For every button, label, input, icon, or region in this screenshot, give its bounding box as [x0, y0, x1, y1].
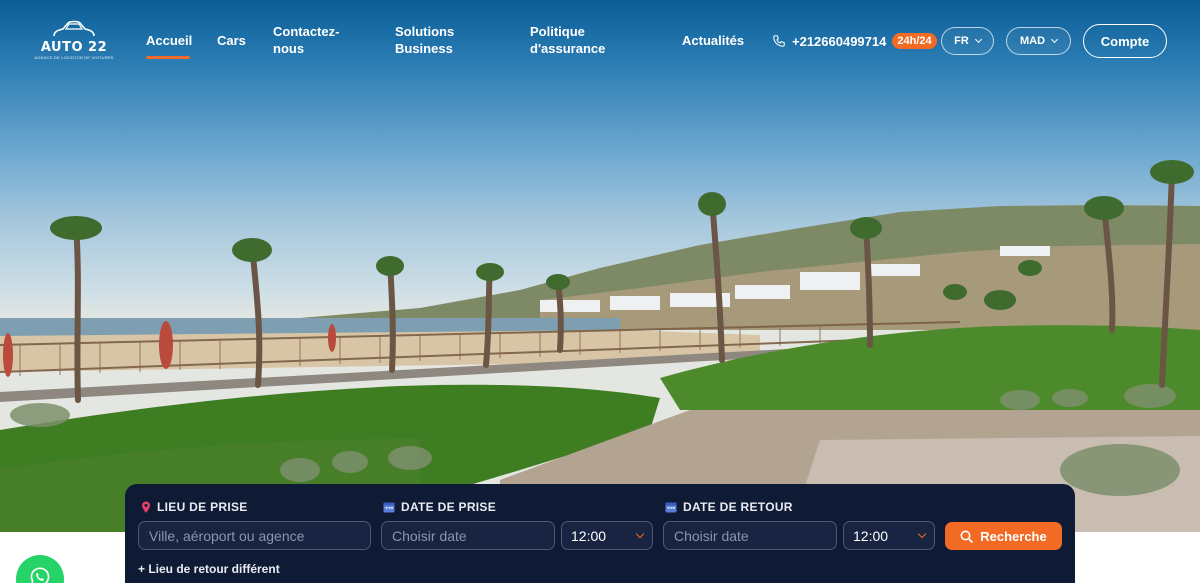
brand-tagline: AGENCE DE LOCATION DE VOITURES — [34, 55, 114, 60]
pickup-time-value: 12:00 — [571, 527, 607, 544]
availability-badge: 24h/24 — [892, 33, 937, 49]
phone-number: +212660499714 — [792, 33, 887, 49]
chevron-down-icon — [1050, 35, 1059, 44]
language-value: FR — [954, 35, 969, 47]
calendar-icon — [665, 502, 677, 513]
search-button-label: Recherche — [980, 528, 1047, 544]
top-navigation-bar: AUTO 22 AGENCE DE LOCATION DE VOITURES A… — [0, 0, 1200, 84]
pickup-date-label: DATE DE PRISE — [383, 500, 496, 514]
nav-contactez-nous[interactable]: Contactez-nous — [273, 23, 353, 57]
location-pin-icon — [142, 501, 150, 513]
currency-value: MAD — [1019, 35, 1046, 47]
pickup-time-select[interactable]: 12:00 — [561, 521, 653, 550]
brand-logo[interactable]: AUTO 22 AGENCE DE LOCATION DE VOITURES — [33, 20, 115, 62]
chevron-down-icon — [635, 529, 645, 538]
return-time-value: 12:00 — [853, 527, 889, 544]
pickup-location-input[interactable] — [138, 521, 371, 550]
search-panel: LIEU DE PRISE DATE DE PRISE 12:00 DATE D… — [125, 484, 1075, 583]
nav-politique-assurance[interactable]: Politique d'assurance — [530, 23, 610, 57]
language-selector[interactable]: FR — [941, 27, 994, 55]
search-button[interactable]: Recherche — [945, 522, 1062, 550]
nav-actualites[interactable]: Actualités — [682, 32, 744, 49]
phone-icon — [773, 35, 785, 47]
chevron-down-icon — [917, 529, 927, 538]
pickup-date-input[interactable] — [381, 521, 555, 550]
return-date-input[interactable] — [663, 521, 837, 550]
car-logo-icon — [53, 20, 95, 37]
nav-solutions-business[interactable]: Solutions Business — [395, 23, 467, 57]
pickup-location-label: LIEU DE PRISE — [141, 500, 248, 514]
whatsapp-icon — [30, 567, 50, 583]
return-time-select[interactable]: 12:00 — [843, 521, 935, 550]
currency-selector[interactable]: MAD — [1006, 27, 1071, 55]
calendar-icon — [383, 502, 395, 513]
phone-contact[interactable]: +212660499714 24h/24 — [772, 32, 937, 50]
nav-accueil[interactable]: Accueil — [146, 32, 192, 59]
return-date-label: DATE DE RETOUR — [665, 500, 793, 514]
account-button[interactable]: Compte — [1083, 24, 1167, 58]
chevron-down-icon — [974, 35, 982, 44]
search-icon — [960, 530, 974, 543]
different-return-location-link[interactable]: + Lieu de retour différent — [138, 562, 280, 576]
nav-cars[interactable]: Cars — [217, 32, 246, 49]
brand-name: AUTO 22 — [40, 40, 108, 55]
